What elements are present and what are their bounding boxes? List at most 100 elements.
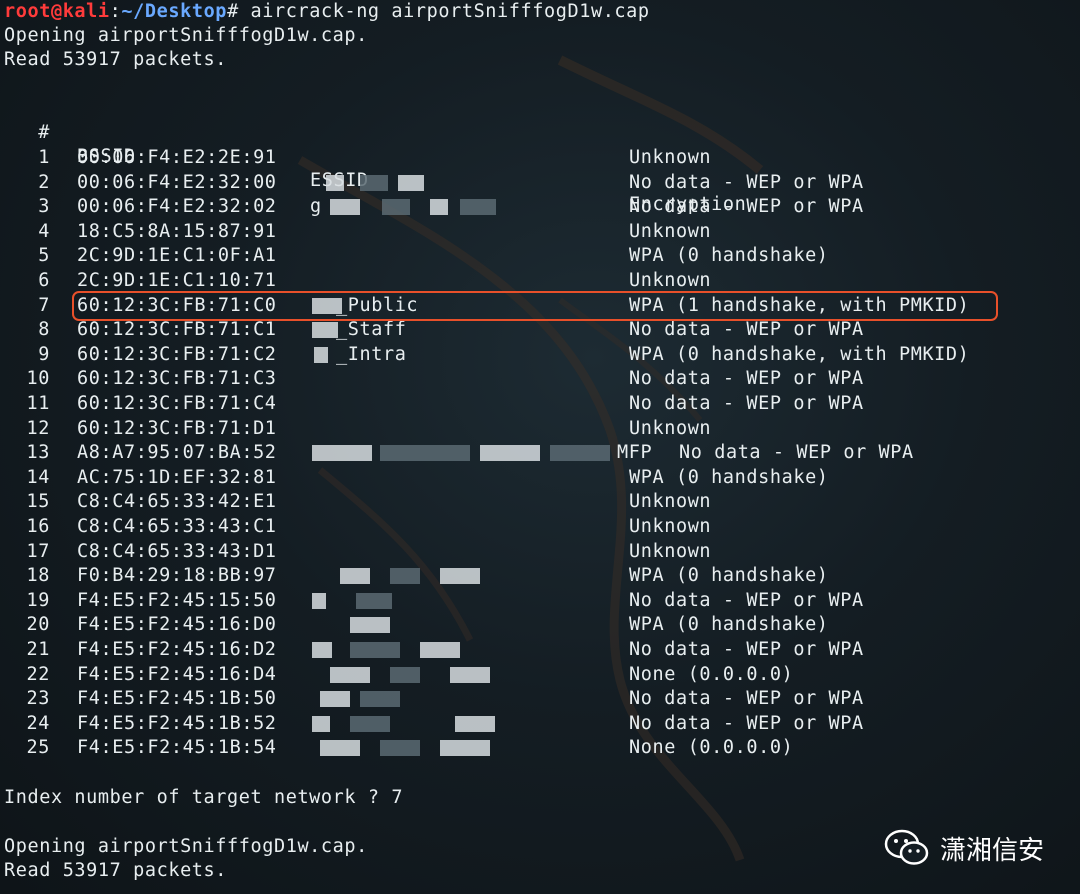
network-index: 14 xyxy=(26,466,50,488)
network-row: 19 F4:E5:F2:45:15:50 No data - WEP or WPA xyxy=(0,589,1080,613)
redaction-block xyxy=(340,568,370,585)
network-bssid: A8:A7:95:07:BA:52 xyxy=(77,442,277,464)
redaction-block xyxy=(350,715,390,732)
network-index: 1 xyxy=(38,147,50,168)
network-index: 23 xyxy=(26,688,50,710)
network-bssid: 00:06:F4:E2:2E:91 xyxy=(77,147,277,168)
network-bssid: F4:E5:F2:45:1B:54 xyxy=(77,737,277,759)
redaction-block xyxy=(455,715,495,732)
network-encryption: No data - WEP or WPA xyxy=(629,196,864,218)
prompt-path: ~/Desktop xyxy=(121,1,228,22)
opening-line: Opening airportSnifffogD1w.cap. xyxy=(4,25,368,46)
network-index: 5 xyxy=(38,245,50,267)
network-index: 10 xyxy=(26,368,50,390)
network-encryption: Unknown xyxy=(629,270,712,291)
network-row: 9 60:12:3C:FB:71:C2 _Intra WPA (0 handshake… xyxy=(0,343,1080,367)
network-encryption: No data - WEP or WPA xyxy=(629,393,864,414)
redaction-block xyxy=(312,592,326,609)
network-bssid: 60:12:3C:FB:71:D1 xyxy=(77,417,277,439)
redaction-block xyxy=(390,568,420,585)
redaction-block xyxy=(480,445,540,462)
network-row: 18 F0:B4:29:18:BB:97 WPA (0 handshake) xyxy=(0,564,1080,588)
network-row: 15 C8:C4:65:33:42:E1 Unknown xyxy=(0,490,1080,514)
prompt-symbol: # xyxy=(227,1,239,22)
network-row: 10 60:12:3C:FB:71:C3 No data - WEP or WPA xyxy=(0,367,1080,391)
network-index: 19 xyxy=(26,589,50,611)
network-bssid: F4:E5:F2:45:1B:50 xyxy=(77,688,277,710)
redaction-block xyxy=(330,199,360,216)
network-encryption: Unknown xyxy=(629,516,712,537)
network-bssid: F4:E5:F2:45:15:50 xyxy=(77,589,277,611)
network-encryption: No data - WEP or WPA xyxy=(629,712,864,734)
network-bssid: C8:C4:65:33:43:D1 xyxy=(77,540,277,562)
network-bssid: F4:E5:F2:45:1B:52 xyxy=(77,712,277,734)
network-encryption: No data - WEP or WPA xyxy=(629,319,864,341)
redaction-block xyxy=(360,174,388,191)
wechat-icon xyxy=(884,829,929,865)
redaction-block xyxy=(430,199,448,216)
network-encryption: WPA (0 handshake, with PMKID) xyxy=(629,343,970,365)
index-prompt: Index number of target network ? 7 xyxy=(4,787,404,808)
prompt-sep: : xyxy=(109,1,122,22)
network-index: 24 xyxy=(26,712,50,734)
network-row: 1 00:06:F4:E2:2E:91 Unknown xyxy=(0,146,1080,170)
header-index: # xyxy=(38,122,50,143)
network-essid: g xyxy=(310,196,322,218)
network-index: 16 xyxy=(26,516,50,537)
redaction-block xyxy=(450,666,490,683)
target-highlight-box xyxy=(72,291,998,321)
terminal-window[interactable]: root@kali:~/Desktop# aircrack-ng airport… xyxy=(0,0,1080,894)
redaction-block xyxy=(312,445,372,462)
network-encryption: Unknown xyxy=(629,417,712,439)
table-header: # BSSID ESSID Encryption xyxy=(0,97,1080,215)
network-bssid: AC:75:1D:EF:32:81 xyxy=(77,466,277,488)
network-essid: _Staff xyxy=(336,319,407,341)
redaction-block xyxy=(360,691,400,708)
network-bssid: F4:E5:F2:45:16:D4 xyxy=(77,663,277,685)
network-bssid: 2C:9D:1E:C1:0F:A1 xyxy=(77,245,277,267)
redaction-block xyxy=(420,642,460,658)
network-index: 18 xyxy=(26,565,50,587)
network-encryption: No data - WEP or WPA xyxy=(629,639,864,660)
watermark: 潇湘信安 xyxy=(884,828,1044,868)
redaction-block xyxy=(440,568,480,585)
network-index: 15 xyxy=(26,491,50,513)
network-index: 22 xyxy=(26,663,50,685)
network-essid: MFP xyxy=(617,442,653,464)
network-encryption: WPA (0 handshake) xyxy=(629,565,829,587)
network-encryption: None (0.0.0.0) xyxy=(629,663,794,685)
network-row: 17 C8:C4:65:33:43:D1 Unknown xyxy=(0,540,1080,564)
redaction-block xyxy=(320,740,360,757)
network-index: 20 xyxy=(26,614,50,636)
network-row: 8 60:12:3C:FB:71:C1 _Staff No data - WEP or… xyxy=(0,318,1080,342)
redaction-block xyxy=(312,322,338,339)
opening-line-2: Opening airportSnifffogD1w.cap. xyxy=(4,836,368,857)
network-bssid: 60:12:3C:FB:71:C1 xyxy=(77,319,277,341)
network-bssid: 2C:9D:1E:C1:10:71 xyxy=(77,270,277,291)
network-encryption: No data - WEP or WPA xyxy=(629,589,864,611)
network-encryption: Unknown xyxy=(629,220,712,242)
network-encryption: WPA (0 handshake) xyxy=(629,614,829,636)
redaction-block xyxy=(312,642,332,658)
redaction-block xyxy=(320,691,350,708)
network-bssid: C8:C4:65:33:42:E1 xyxy=(77,491,277,513)
network-row: 22 F4:E5:F2:45:16:D4 None (0.0.0.0) xyxy=(0,663,1080,687)
network-bssid: 18:C5:8A:15:87:91 xyxy=(77,220,277,242)
redaction-block xyxy=(380,740,420,757)
network-row: 24 F4:E5:F2:45:1B:52 No data - WEP or WPA xyxy=(0,712,1080,736)
network-index: 13 xyxy=(26,442,50,464)
network-row: 16 C8:C4:65:33:43:C1 Unknown xyxy=(0,515,1080,539)
network-encryption: No data - WEP or WPA xyxy=(629,688,864,710)
prompt-user: root@kali xyxy=(4,1,110,22)
network-bssid: F0:B4:29:18:BB:97 xyxy=(77,565,277,587)
redaction-block xyxy=(390,666,420,683)
network-index: 4 xyxy=(38,220,50,242)
redaction-block xyxy=(314,346,328,363)
redaction-block xyxy=(326,174,344,191)
network-bssid: 60:12:3C:FB:71:C2 xyxy=(77,343,277,365)
network-encryption: Unknown xyxy=(629,147,712,168)
network-index: 17 xyxy=(26,540,50,562)
network-row: 11 60:12:3C:FB:71:C4 No data - WEP or WPA xyxy=(0,392,1080,416)
network-index: 11 xyxy=(26,393,50,414)
command-line: root@kali:~/Desktop# aircrack-ng airport… xyxy=(4,0,650,24)
